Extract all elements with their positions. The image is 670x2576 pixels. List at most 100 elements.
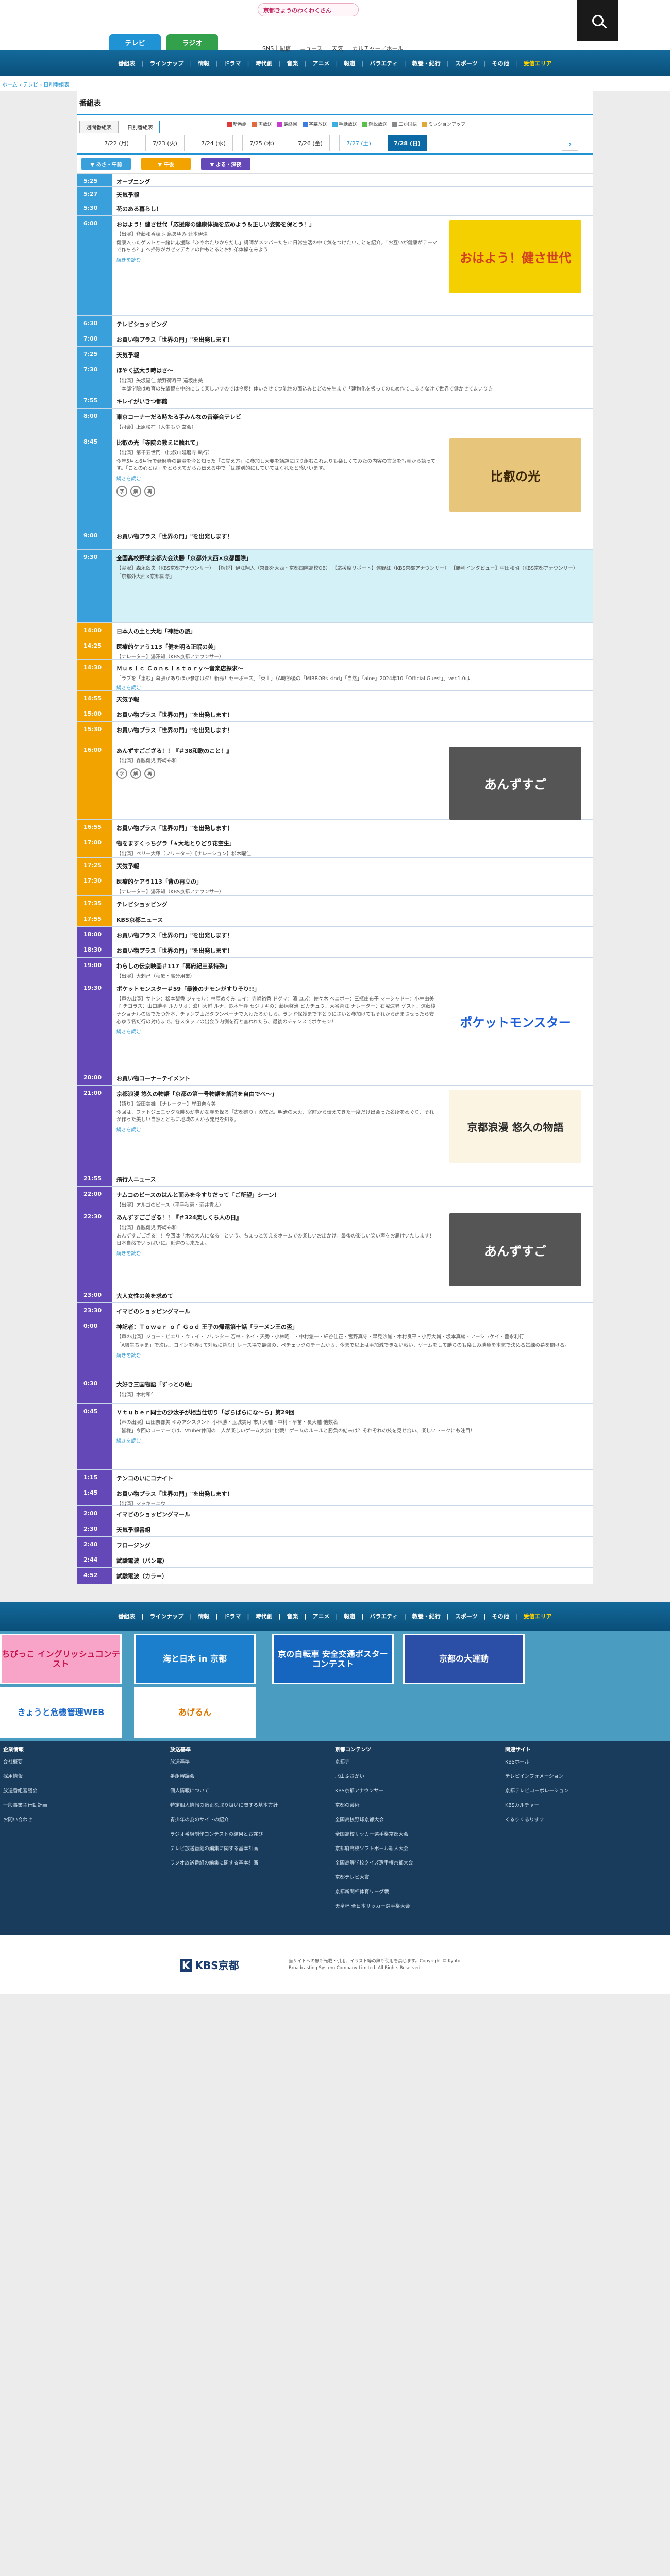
top-link-3[interactable]: カルチャー／ホール xyxy=(353,44,404,53)
tab-tv[interactable]: テレビ xyxy=(109,34,161,50)
program-title[interactable]: 天気予報 xyxy=(116,351,588,359)
program-cell[interactable]: お買い物プラス「世界の門」"を出発します！ xyxy=(112,927,593,942)
program-title[interactable]: おはよう！健さ世代「応援隊の健康体操を広めよう＆正しい姿勢を保とう！」 xyxy=(116,220,438,228)
program-title[interactable]: お買い物プラス「世界の門」"を出発します！ xyxy=(116,710,588,719)
footer-link[interactable]: 全国高校サッカー選手権京都大会 xyxy=(335,1830,469,1837)
program-cell[interactable]: オープニング xyxy=(112,174,593,186)
program-title[interactable]: 天気予報番組 xyxy=(116,1526,588,1534)
nav-item-6[interactable]: アニメ xyxy=(313,1612,330,1620)
read-more-link[interactable]: 続きを読む xyxy=(116,1351,588,1359)
program-cell[interactable]: お買い物コーナーテイメント xyxy=(112,1070,593,1085)
program-title[interactable]: 京都浪漫 悠久の物語「京都の第一号物語を解消を自由でべ～」 xyxy=(116,1090,438,1098)
date-tab-6[interactable]: 7/28 (日) xyxy=(388,134,427,151)
program-title[interactable]: オープニング xyxy=(116,178,588,186)
date-tab-1[interactable]: 7/23 (火) xyxy=(145,134,185,151)
program-cell[interactable]: 京都浪漫 悠久の物語「京都の第一号物語を解消を自由でべ～」 【語り】飯田美雄 【ナ… xyxy=(112,1086,593,1171)
tod-button-0[interactable]: ▼ あさ・午前 xyxy=(81,158,131,170)
program-title[interactable]: お買い物プラス「世界の門」"を出発します！ xyxy=(116,335,588,344)
program-title[interactable]: お買い物プラス「世界の門」"を出発します！ xyxy=(116,532,588,540)
footer-link[interactable]: 京都新聞杯体育リーグ戦 xyxy=(335,1888,469,1895)
program-cell[interactable]: あんずすごござる！！『＃38和歌のこと！』 【出演】森脇健児 野崎布和字解再あんず… xyxy=(112,742,593,820)
program-cell[interactable]: Ｖｔｕｂｅｒ同士の沙汰子が相当仕切り「ばらばらにな～ら」第29回 【声の出演】山田… xyxy=(112,1404,593,1469)
nav-item-8[interactable]: バラエティ xyxy=(370,1612,397,1620)
program-title[interactable]: イマピのショッピングマール xyxy=(116,1307,588,1315)
program-title[interactable]: イマピのショッピングマール xyxy=(116,1510,588,1518)
program-cell[interactable]: 飛行人ニュース xyxy=(112,1171,593,1186)
program-cell[interactable]: 大好き三国物語「ずっとの絵」 【出演】木村和仁 xyxy=(112,1376,593,1403)
promo-banner[interactable]: きょうと危機管理WEB xyxy=(0,1687,122,1738)
nav-item-10[interactable]: スポーツ xyxy=(455,59,478,67)
program-cell[interactable]: 神記者：Ｔｏｗｅｒ ｏｆ Ｇｏｄ 王子の帰還第十話「ラーメン王の盃」 【声の出演】… xyxy=(112,1318,593,1376)
program-title[interactable]: 試験電波（カラー） xyxy=(116,1572,588,1580)
program-title[interactable]: 比叡の光「寺院の教えに触れて」 xyxy=(116,438,438,447)
tod-button-2[interactable]: ▼ よる・深夜 xyxy=(201,158,250,170)
breadcrumb[interactable]: ホーム › テレビ › 日別番組表 xyxy=(0,76,670,91)
program-title[interactable]: 花のある暮らし！ xyxy=(116,205,588,213)
read-more-link[interactable]: 続きを読む xyxy=(116,1249,438,1257)
footer-link[interactable]: KBS京都アナウンサー xyxy=(335,1787,469,1794)
program-cell[interactable]: 医療的ケアう113「背の再立の」 【ナレーター】湯澤知（KBS京都アナウンサー） xyxy=(112,873,593,895)
nav-item-3[interactable]: ドラマ xyxy=(224,59,241,67)
footer-link[interactable]: くるりくるりすす xyxy=(505,1816,639,1823)
program-cell[interactable]: 花のある暮らし！ xyxy=(112,200,593,215)
program-cell[interactable]: 物をますくっちグラ「★大地とりどり花空生」 【出演】ベリー大塚（フリーター）【ナレ… xyxy=(112,835,593,857)
footer-link[interactable]: 京都テレビ大賞 xyxy=(335,1873,469,1880)
program-cell[interactable]: 天気予報 xyxy=(112,347,593,362)
program-cell[interactable]: 天気予報 xyxy=(112,858,593,873)
program-cell[interactable]: ポケットモンスター＃59「最後のナモンがすりそり!!」 【声の出演】サトシ：松本梨… xyxy=(112,980,593,1070)
top-link-0[interactable]: SNS｜配信 xyxy=(262,44,291,53)
program-cell[interactable]: ナムコのピースのはんと面みを今すりだって「ご所望」シーン！ 【出演】アルゴのピース… xyxy=(112,1187,593,1209)
nav-item-9[interactable]: 教養・紀行 xyxy=(412,59,441,67)
nav-item-2[interactable]: 情報 xyxy=(198,1612,209,1620)
promo-banner[interactable]: 京都の大運動 xyxy=(403,1634,525,1684)
program-title[interactable]: お買い物プラス「世界の門」"を出発します！ xyxy=(116,726,588,734)
footer-link[interactable]: 北山ふさかい xyxy=(335,1772,469,1780)
program-title[interactable]: テンコのいにコナイト xyxy=(116,1474,588,1482)
program-cell[interactable]: お買い物プラス「世界の門」"を出発します！ xyxy=(112,722,593,742)
program-title[interactable]: お買い物プラス「世界の門」"を出発します！ xyxy=(116,946,588,955)
program-title[interactable]: お買い物プラス「世界の門」"を出発します！ xyxy=(116,824,588,832)
program-title[interactable]: 天気予報 xyxy=(116,191,588,199)
program-cell[interactable]: テンコのいにコナイト xyxy=(112,1470,593,1485)
program-thumbnail[interactable]: おはよう！健さ世代 xyxy=(449,220,581,293)
program-title[interactable]: 日本人の土と大地「神話の旅」 xyxy=(116,627,588,635)
footer-link[interactable]: テレビインフォメーション xyxy=(505,1772,639,1780)
promo-banner[interactable]: 海と日本 in 京都 xyxy=(134,1634,256,1684)
program-cell[interactable]: お買い物プラス「世界の門」"を出発します！ xyxy=(112,820,593,835)
footer-link[interactable]: KBSカルチャー xyxy=(505,1801,639,1808)
program-title[interactable]: Ｖｔｕｂｅｒ同士の沙汰子が相当仕切り「ばらばらにな～ら」第29回 xyxy=(116,1408,588,1416)
footer-link[interactable]: お問い合わせ xyxy=(3,1816,137,1823)
search-button[interactable] xyxy=(577,0,618,41)
nav-item-2[interactable]: 情報 xyxy=(198,59,209,67)
program-cell[interactable]: 比叡の光「寺院の教えに触れて」 【出演】第千五世門 （比叡山延暦寺 執行） 今年5月… xyxy=(112,434,593,528)
program-title[interactable]: 神記者：Ｔｏｗｅｒ ｏｆ Ｇｏｄ 王子の帰還第十話「ラーメン王の盃」 xyxy=(116,1323,588,1331)
footer-link[interactable]: 特定個人情報の適正な取り扱いに関する基本方針 xyxy=(170,1801,314,1808)
read-more-link[interactable]: 続きを読む xyxy=(116,1437,588,1444)
program-cell[interactable]: テレビショッピング xyxy=(112,896,593,911)
footer-link[interactable]: 全国高校野球京都大会 xyxy=(335,1816,469,1823)
footer-link[interactable]: 放送番組審議会 xyxy=(3,1787,137,1794)
program-title[interactable]: 試験電波（パン電） xyxy=(116,1556,588,1565)
promo-banner[interactable]: ちびっこ イングリッシュコンテスト xyxy=(0,1634,122,1684)
program-cell[interactable]: お買い物プラス「世界の門」"を出発します！ xyxy=(112,528,593,549)
program-cell[interactable]: お買い物プラス「世界の門」"を出発します！ xyxy=(112,706,593,721)
program-cell[interactable]: 医療的ケアう113「健を明る正眠の美」 【ナレーター】湯澤知（KBS京都アナウンサ… xyxy=(112,638,593,660)
nav-item-12[interactable]: 受信エリア xyxy=(524,1612,552,1620)
program-title[interactable]: 物をますくっちグラ「★大地とりどり花空生」 xyxy=(116,839,588,848)
read-more-link[interactable]: 続きを読む xyxy=(116,684,588,691)
program-title[interactable]: キレイがいきつ都館 xyxy=(116,397,588,405)
program-title[interactable]: ポケットモンスター＃59「最後のナモンがすりそり!!」 xyxy=(116,985,438,993)
nav-item-3[interactable]: ドラマ xyxy=(224,1612,241,1620)
date-tab-3[interactable]: 7/25 (木) xyxy=(242,134,281,151)
program-cell[interactable]: KBS京都ニュース xyxy=(112,911,593,926)
program-cell[interactable]: ほやく拡大う時はさ～ 【出演】矢坂陽佳 綾野荷寿平 遠坂由美 「本部学院は教育の先輩… xyxy=(112,362,593,393)
nav-item-8[interactable]: バラエティ xyxy=(370,59,397,67)
footer-link[interactable]: 京都テレビコーポレーション xyxy=(505,1787,639,1794)
nav-item-4[interactable]: 時代劇 xyxy=(255,59,272,67)
program-title[interactable]: 医療的ケアう113「健を明る正眠の美」 xyxy=(116,642,588,651)
footer-link[interactable]: 京都の芸術 xyxy=(335,1801,469,1808)
program-title[interactable]: 大好き三国物語「ずっとの絵」 xyxy=(116,1380,588,1388)
footer-link[interactable]: KBSホール xyxy=(505,1758,639,1765)
top-link-2[interactable]: 天気 xyxy=(332,44,343,53)
read-more-link[interactable]: 続きを読む xyxy=(116,1126,438,1133)
